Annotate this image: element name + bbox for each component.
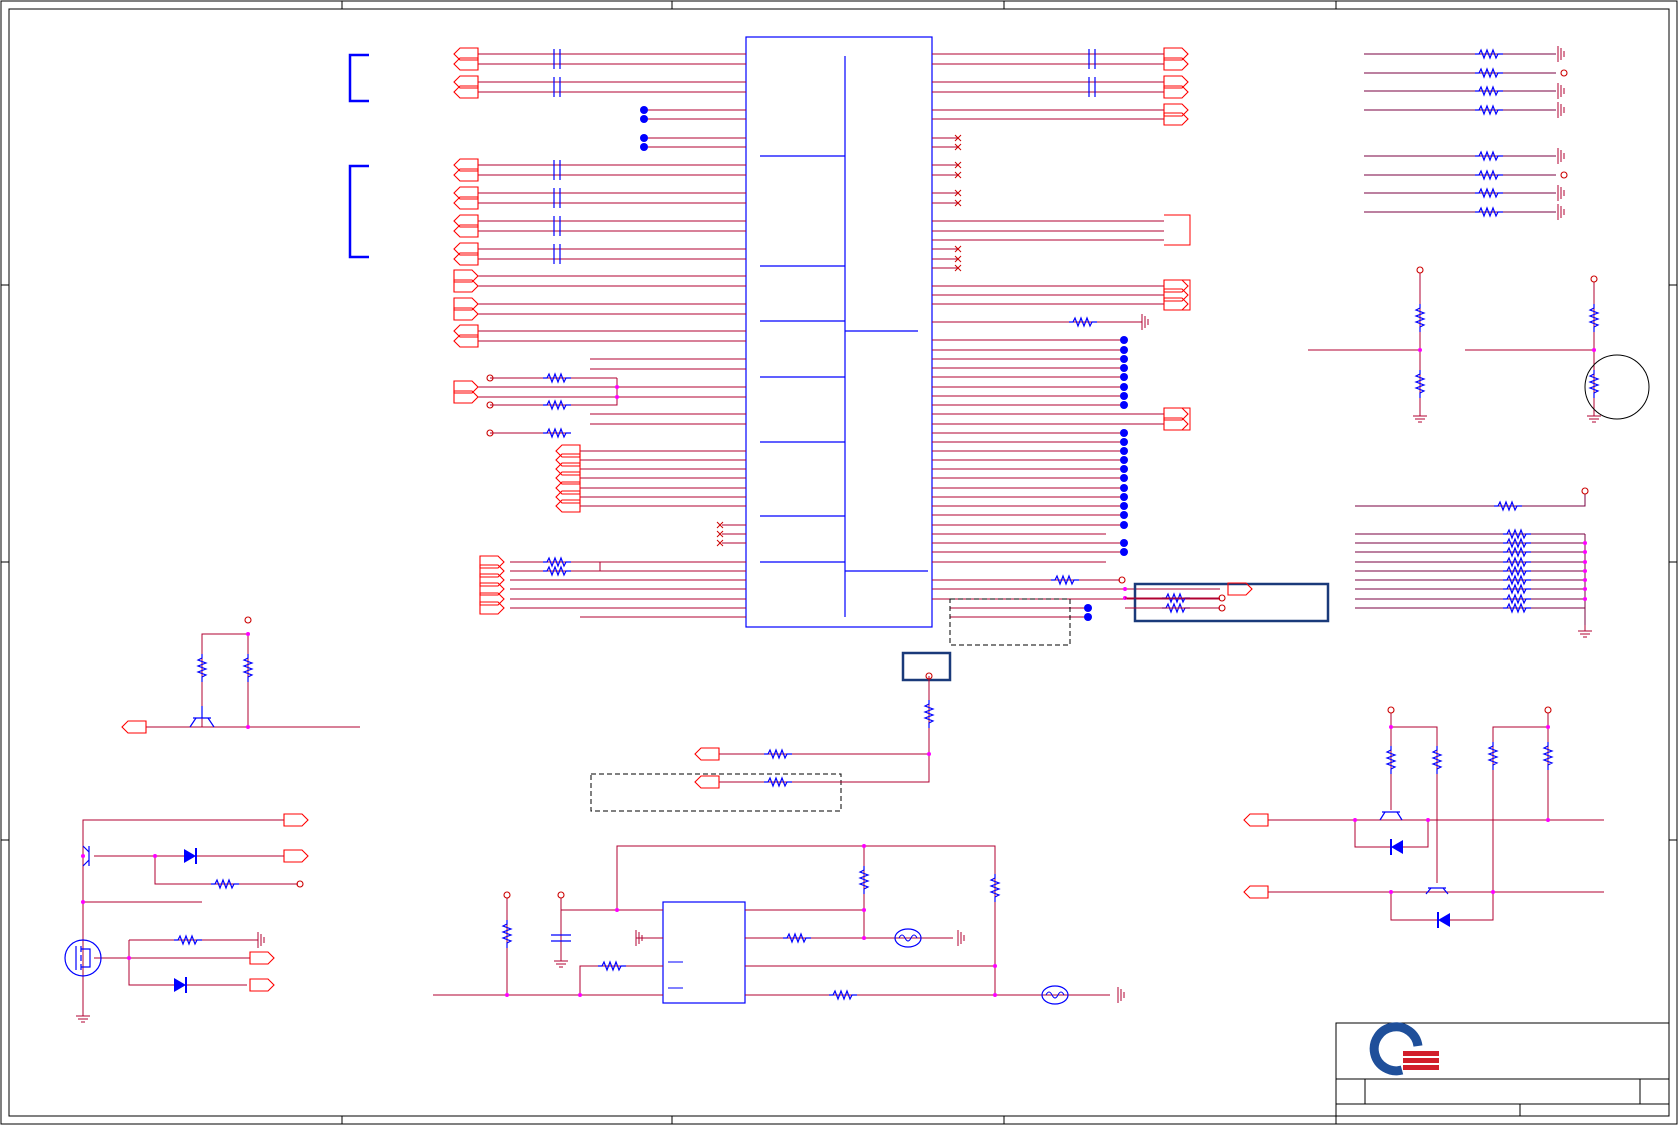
- left-transistor-circuit: [82, 633, 360, 1010]
- coupling-capacitors-left: [553, 48, 561, 265]
- connectors-left: [453, 47, 479, 404]
- right-dividers: [1308, 273, 1595, 410]
- right-dot-pins: [932, 339, 1220, 618]
- bracket-marks: [348, 53, 369, 259]
- quanta-style-logo: [1369, 1022, 1439, 1076]
- dashed-box-right: [590, 598, 1071, 812]
- highlight-box-r: [901, 582, 1330, 682]
- left-pins-top: [478, 53, 746, 425]
- right-transistor-circuit: [1268, 713, 1604, 921]
- highlight-circle: [1584, 354, 1650, 420]
- regulator-nets: [433, 845, 1110, 996]
- main-ic: [745, 36, 933, 628]
- schematic-sheet: [0, 0, 1678, 1125]
- right-resistor-array: [1355, 494, 1586, 625]
- center-lower-net: [719, 676, 930, 783]
- left-bus: [510, 450, 746, 618]
- regulator-ic: [662, 901, 746, 1004]
- dots-left: [640, 106, 648, 151]
- right-top-resistors: [1364, 53, 1556, 213]
- right-pins: [932, 53, 1164, 323]
